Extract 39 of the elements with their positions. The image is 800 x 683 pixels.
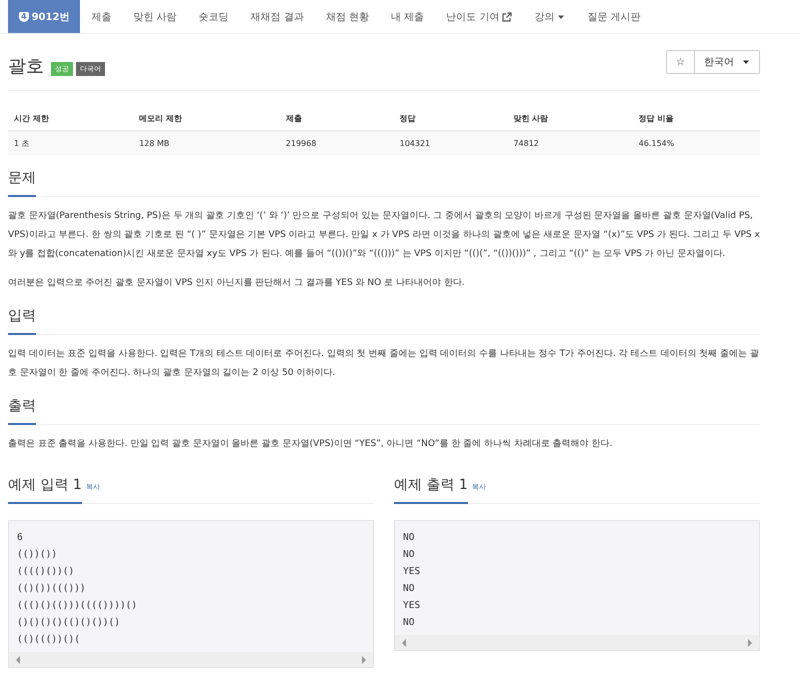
scroll-right-icon bbox=[361, 656, 367, 664]
horizontal-scrollbar[interactable] bbox=[395, 635, 759, 650]
paragraph: 여러분은 입력으로 주어진 괄호 문자열이 VPS 인지 아닌지를 판단해서 그 결과를 YES 와 NO 로 나타내어야 한다. bbox=[8, 277, 466, 290]
nav-tab[interactable]: 질문 게시판 bbox=[576, 0, 652, 33]
sample-text: NO NO YES NO YES NO bbox=[402, 531, 422, 630]
problem-title: 괄호 bbox=[8, 56, 44, 78]
nav-tab[interactable]: 내 제출 bbox=[380, 0, 436, 33]
table-cell: 46.154% bbox=[632, 131, 760, 155]
table-cell: 104321 bbox=[394, 131, 508, 155]
language-dropdown[interactable]: 한국어 bbox=[694, 51, 759, 73]
table-cell: 219968 bbox=[280, 131, 394, 155]
section-heading: 예제 출력 1 bbox=[394, 476, 468, 504]
nav-tab[interactable]: 난이도 기여 bbox=[435, 0, 524, 33]
nav-tab[interactable]: 재채점 결과 bbox=[240, 0, 315, 33]
external-link-icon bbox=[502, 12, 512, 22]
paragraph: 괄호 문자열(Parenthesis String, PS)은 두 개의 괄호 기호인 ‘(’ 와 ‘)’ 만으로 구성되어 있는 문자열이다. 그 중에서 괄호의 모양이 바르게 구성된 문자열을 올바른 괄호 문자열(Valid PS, VPS)이라고 부른다. 한 쌍의 괄호 기호로 된 “( )” 문자열은 기본 VPS 이라고 부른다. 만일 x 가 VPS 라면 이것을 하나의 괄호에 넣은 새로운 문자열 “(x)”도 VPS 가 된다. 그리고 두 VPS x 와 y를 접합(concatenation)시킨 새로운 문자열 xy도 VPS 가 된다. 예를 들어 “(())()”와 “((()))” 는 VPS 이지만 “(()(”, “(())()))” , 그리고 “(()” 는 모두 VPS 가 아닌 문자열이다. bbox=[8, 210, 760, 261]
nav-tab[interactable]: 채점 현황 bbox=[314, 0, 380, 33]
section-heading: 예제 입력 1 bbox=[8, 476, 82, 504]
scroll-left-icon bbox=[401, 638, 407, 646]
caret-icon bbox=[742, 59, 750, 65]
nav-tab[interactable]: 제출 bbox=[80, 0, 122, 33]
table-cell: 74812 bbox=[507, 131, 633, 155]
scroll-left-icon bbox=[15, 656, 21, 664]
nav-tab[interactable]: 4 9012번 bbox=[8, 0, 80, 33]
nav-tab[interactable]: 강의 bbox=[523, 0, 576, 33]
nav-tab[interactable]: 숏코딩 bbox=[188, 0, 240, 33]
level-badge: 4 bbox=[19, 12, 29, 22]
table-cell: 128 MB bbox=[133, 131, 280, 155]
table-cell: 1 초 bbox=[8, 131, 134, 155]
section-heading: 문제 bbox=[8, 169, 36, 197]
section-heading: 입력 bbox=[8, 307, 36, 335]
horizontal-scrollbar[interactable] bbox=[9, 652, 373, 667]
caret-icon bbox=[557, 14, 566, 20]
sample-text: 6 (())()) (((()())() (()())((())) ((()()(()))(((())))() ()()()()(()()())() (()((())()( bbox=[16, 531, 138, 647]
nav-tab[interactable]: 맞힌 사람 bbox=[122, 0, 188, 33]
section-heading: 출력 bbox=[8, 397, 36, 425]
paragraph: 입력 데이터는 표준 입력을 사용한다. 입력은 T개의 테스트 데이터로 주어진다. 입력의 첫 번째 줄에는 입력 데이터의 수를 나타내는 정수 T가 주어진다. 각 테스트 데이터의 첫째 줄에는 괄호 문자열이 한 줄에 주어진다. 하나의 괄호 문자열의 길이는 2 이상 50 이하이다. bbox=[8, 348, 760, 380]
scroll-right-icon bbox=[747, 638, 753, 646]
paragraph: 출력은 표준 출력을 사용한다. 만일 입력 괄호 문자열이 올바른 괄호 문자열(VPS)이면 “YES”, 아니면 “NO”를 한 줄에 하나씩 차례대로 출력해야 한다. bbox=[8, 438, 614, 451]
